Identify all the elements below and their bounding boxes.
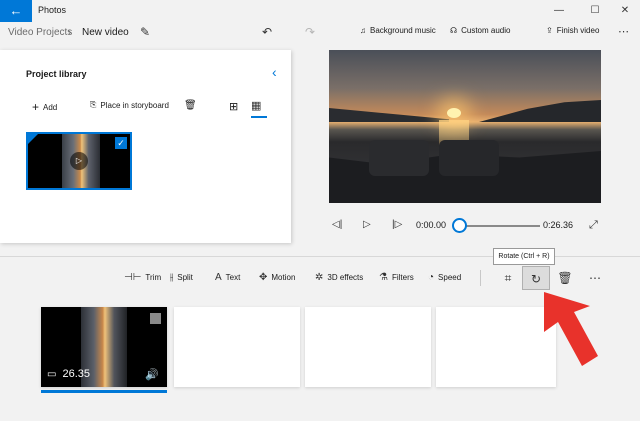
scrub-track[interactable]	[460, 225, 540, 227]
motion-button[interactable]: ✥ Motion	[259, 272, 295, 283]
place-in-storyboard-button[interactable]: ⎘ Place in storyboard	[90, 100, 169, 110]
redo-icon[interactable]: ↷	[305, 25, 315, 39]
filters-button[interactable]: ⚗ Filters	[379, 272, 414, 283]
total-time: 0:26.36	[543, 220, 574, 230]
fullscreen-icon[interactable]: ⤢	[589, 219, 598, 232]
speed-label: Speed	[438, 273, 462, 282]
used-corner-marker	[28, 134, 38, 144]
filters-label: Filters	[391, 273, 414, 282]
small-grid-view-button[interactable]: ▦	[251, 96, 267, 118]
library-video-thumbnail[interactable]: ▷ ✓	[26, 132, 132, 190]
edit-pencil-icon[interactable]: ✎	[140, 25, 150, 39]
text-button[interactable]: A Text	[215, 272, 240, 283]
step-back-icon[interactable]: ◁|	[332, 219, 342, 230]
playback-controls: ◁| ▷ |▷ 0:00.00 0:26.36 ⤢	[329, 215, 601, 237]
scrub-handle[interactable]	[452, 218, 467, 233]
storyboard-place-icon: ⎘	[90, 100, 97, 109]
clip-duration: ▭ 26.35	[47, 368, 90, 380]
preview-seat-right	[439, 140, 499, 176]
small-grid-view-icon: ▦	[251, 100, 262, 112]
clip-duration-value: 26.35	[62, 368, 90, 380]
preview-sun	[447, 108, 461, 118]
header-bar: Video Projects › New video ✎ ↶ ↷ ♫ Backg…	[0, 22, 640, 44]
preview-hill-right	[479, 100, 601, 122]
trim-button[interactable]: ⊣⊢ Trim	[124, 272, 161, 283]
background-music-label: Background music	[370, 26, 436, 35]
clip-selected-indicator	[41, 390, 167, 393]
speaker-icon[interactable]: 🔊	[145, 368, 159, 381]
project-name: New video	[82, 27, 129, 38]
breadcrumb-video-projects[interactable]: Video Projects	[8, 27, 72, 38]
collapse-chevron-icon[interactable]: ‹	[272, 64, 277, 80]
text-label: Text	[225, 273, 241, 282]
storyboard-clip-1[interactable]: ▭ 26.35 🔊	[41, 307, 167, 387]
toolbar-separator	[480, 270, 481, 286]
more-tools-button[interactable]: ⋯	[581, 266, 609, 290]
speed-icon: ◔	[428, 272, 435, 283]
delete-clip-button[interactable]: 🗑	[551, 266, 579, 290]
breadcrumb-separator: ›	[68, 27, 72, 38]
export-icon: ⇪	[546, 26, 553, 35]
project-library-panel: Project library ‹ + Add ⎘ Place in story…	[0, 50, 291, 243]
add-button[interactable]: + Add	[32, 100, 57, 114]
minimize-button[interactable]: —	[548, 3, 570, 19]
filters-icon: ⚗	[379, 272, 388, 283]
more-tools-icon: ⋯	[589, 271, 601, 285]
storyboard-slot-empty[interactable]	[305, 307, 431, 387]
back-button[interactable]: ←	[0, 0, 32, 22]
split-label: Split	[177, 273, 193, 282]
maximize-button[interactable]: ☐	[584, 3, 606, 19]
clip-frame-icon: ▭	[47, 368, 57, 380]
preview-seat-left	[369, 140, 429, 176]
play-icon: ▷	[70, 152, 88, 170]
trim-icon: ⊣⊢	[124, 272, 142, 283]
3d-effects-icon: ✲	[315, 272, 324, 283]
speed-button[interactable]: ◔ Speed	[428, 272, 461, 283]
trash-icon: 🗑	[557, 271, 573, 285]
rotate-icon: ↻	[530, 272, 542, 286]
clip-select-checkbox[interactable]	[150, 313, 161, 324]
title-bar: ← Photos — ☐ ✕	[0, 0, 640, 22]
background-music-button[interactable]: ♫ Background music	[360, 26, 436, 35]
annotation-arrow	[544, 292, 598, 366]
3d-effects-button[interactable]: ✲ 3D effects	[315, 272, 363, 283]
finish-video-button[interactable]: ⇪ Finish video	[546, 26, 599, 35]
audio-person-icon: ☊	[450, 26, 458, 35]
storyboard-slot-empty[interactable]	[436, 307, 556, 387]
crop-button[interactable]: ⌗	[494, 266, 522, 290]
rotate-button[interactable]: ↻	[522, 266, 550, 290]
motion-icon: ✥	[259, 272, 268, 283]
view-selected-underline	[251, 116, 267, 118]
app-title: Photos	[38, 5, 67, 15]
close-button[interactable]: ✕	[614, 3, 636, 19]
3d-effects-label: 3D effects	[327, 273, 364, 282]
play-button-icon[interactable]: ▷	[363, 219, 371, 230]
finish-video-label: Finish video	[556, 26, 600, 35]
step-forward-icon[interactable]: |▷	[392, 219, 402, 230]
video-preview[interactable]	[329, 50, 601, 203]
back-arrow-icon: ←	[9, 3, 23, 18]
custom-audio-label: Custom audio	[461, 26, 511, 35]
custom-audio-button[interactable]: ☊ Custom audio	[450, 26, 510, 35]
music-note-icon: ♫	[360, 26, 366, 35]
preview-hill-left	[329, 108, 449, 122]
add-label: Add	[43, 102, 58, 112]
storyboard-slot-empty[interactable]	[174, 307, 300, 387]
rotate-tooltip: Rotate (Ctrl + R)	[493, 248, 555, 265]
delete-icon[interactable]: 🗑	[184, 100, 197, 111]
more-options-icon[interactable]: ⋯	[618, 25, 629, 38]
trim-label: Trim	[145, 273, 162, 282]
motion-label: Motion	[271, 273, 296, 282]
place-in-storyboard-label: Place in storyboard	[100, 100, 169, 110]
text-icon: A	[215, 272, 222, 283]
selected-checkbox-icon[interactable]: ✓	[115, 137, 127, 149]
project-library-title: Project library	[26, 69, 87, 79]
large-grid-view-icon[interactable]: ⊞	[229, 100, 238, 113]
current-time: 0:00.00	[416, 220, 447, 230]
split-icon: ⫲	[170, 272, 174, 283]
undo-icon[interactable]: ↶	[262, 25, 272, 39]
plus-icon: +	[32, 100, 40, 114]
crop-frame-icon: ⌗	[504, 271, 512, 285]
split-button[interactable]: ⫲ Split	[170, 272, 193, 283]
